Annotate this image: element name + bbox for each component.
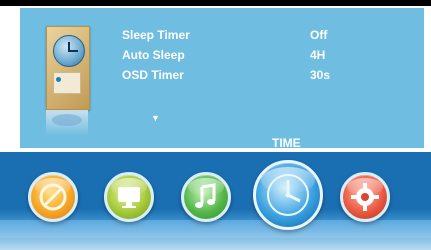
- setting-value: 30s: [310, 68, 331, 82]
- dock-reflection-strip: [0, 220, 431, 238]
- time-menu-button[interactable]: [253, 160, 323, 230]
- setup-menu-button[interactable]: [340, 172, 390, 222]
- clock-icon: [267, 174, 309, 216]
- setting-row-auto-sleep[interactable]: Auto Sleep 4H: [122, 48, 372, 66]
- note-icon: [53, 72, 81, 94]
- setting-label: Auto Sleep: [122, 48, 185, 62]
- sound-menu-button[interactable]: [181, 172, 231, 222]
- setting-row-sleep-timer[interactable]: Sleep Timer Off: [122, 28, 372, 46]
- display-menu-button[interactable]: [104, 172, 154, 222]
- setting-row-osd-timer[interactable]: OSD Timer 30s: [122, 68, 372, 86]
- setting-value: Off: [310, 28, 328, 42]
- setting-label: OSD Timer: [122, 68, 184, 82]
- music-note-icon: [195, 183, 216, 208]
- picture-icon: [39, 183, 67, 211]
- icon-reflection: [46, 110, 88, 136]
- top-crop-edge: [0, 0, 431, 6]
- time-category-icon: [46, 26, 90, 110]
- setting-label: Sleep Timer: [122, 28, 190, 42]
- monitor-icon: [118, 187, 140, 208]
- section-title: TIME: [272, 136, 301, 150]
- scroll-down-icon[interactable]: ▼: [151, 114, 160, 123]
- gear-icon: [351, 183, 379, 211]
- clock-icon: [53, 35, 85, 67]
- setting-value: 4H: [310, 48, 326, 62]
- picture-menu-button[interactable]: [28, 172, 78, 222]
